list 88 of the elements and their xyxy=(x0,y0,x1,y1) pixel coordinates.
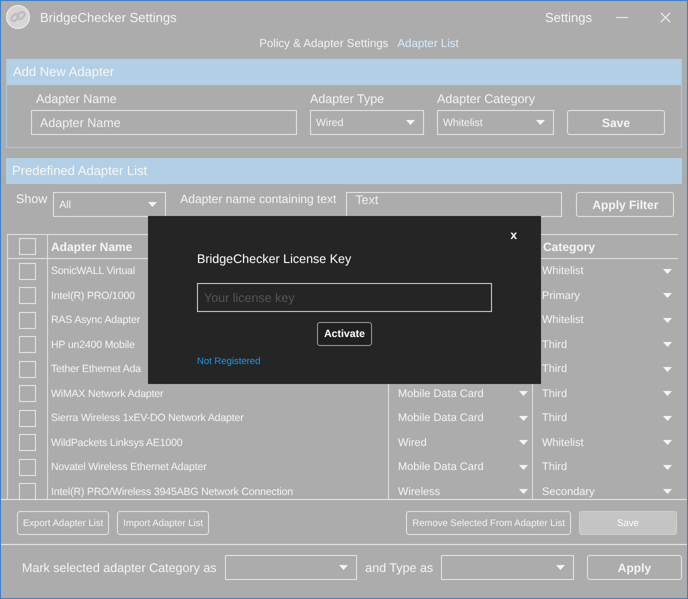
checkbox[interactable] xyxy=(19,483,36,499)
checkbox[interactable] xyxy=(19,434,36,452)
field-label: Adapter Category xyxy=(437,92,536,106)
caret-icon xyxy=(519,464,528,470)
dialog-title: BridgeChecker License Key xyxy=(197,252,352,266)
dropdown[interactable]: Mobile Data Card xyxy=(393,454,532,480)
caret-icon xyxy=(536,120,545,125)
checkbox[interactable] xyxy=(19,336,36,354)
table-cell: WildPackets Linksys AE1000 xyxy=(51,436,182,449)
caret-icon xyxy=(406,120,415,125)
dropdown[interactable]: Third xyxy=(537,381,678,406)
caret-icon xyxy=(519,489,528,494)
action-button[interactable]: Export Adapter List xyxy=(17,511,110,535)
dropdown[interactable] xyxy=(224,555,358,580)
dropdown[interactable]: Third xyxy=(537,406,678,431)
dropdown[interactable]: All xyxy=(53,192,166,217)
close-icon[interactable] xyxy=(660,12,671,22)
dropdown[interactable]: Mobile Data Card xyxy=(393,406,532,431)
dropdown[interactable]: Wired xyxy=(310,110,424,135)
dropdown[interactable]: Whitelist xyxy=(537,259,678,284)
checkbox[interactable] xyxy=(19,312,36,329)
table-cell: SonicWALL Virtual xyxy=(51,265,136,278)
dropdown[interactable]: Mobile Data Card xyxy=(393,381,532,406)
section-header: Add New Adapter xyxy=(7,59,681,85)
caret-icon xyxy=(663,366,672,372)
settings-link[interactable]: Settings xyxy=(545,10,592,24)
caret-icon xyxy=(663,440,672,446)
dropdown[interactable]: Third xyxy=(537,356,678,382)
action-button[interactable]: Remove Selected From Adapter List xyxy=(406,511,571,535)
field-label: and Type as xyxy=(365,560,434,574)
checkbox[interactable] xyxy=(19,238,36,255)
checkbox[interactable] xyxy=(19,410,36,427)
tab[interactable]: Policy & Adapter Settings xyxy=(259,38,388,50)
checkbox[interactable] xyxy=(19,360,36,378)
field-label: Show xyxy=(16,192,48,206)
dropdown[interactable]: Whitelist xyxy=(537,430,678,456)
apply-filter-button[interactable]: Apply Filter xyxy=(576,192,674,217)
dropdown[interactable]: Secondary xyxy=(537,479,678,499)
table-cell: Intel(R) PRO/1000 xyxy=(51,290,135,302)
table-cell: Sierra Wireless 1xEV-DO Network Adapter xyxy=(51,412,244,424)
caret-icon xyxy=(148,202,158,207)
save-button[interactable]: Save xyxy=(567,110,665,135)
table-cell: Novatel Wireless Ethernet Adapter xyxy=(51,461,207,474)
status-text: Not Registered xyxy=(197,356,262,367)
caret-icon xyxy=(339,565,348,570)
caret-icon xyxy=(519,416,528,421)
column-header: Adapter Name xyxy=(50,238,134,256)
action-button[interactable]: Import Adapter List xyxy=(117,511,210,535)
window-title: BridgeChecker Settings xyxy=(40,10,177,24)
checkbox[interactable] xyxy=(19,458,36,476)
dropdown[interactable]: Wired xyxy=(393,430,532,456)
caret-icon xyxy=(663,489,672,494)
input-field[interactable]: Adapter Name xyxy=(31,110,297,135)
checkbox[interactable] xyxy=(19,262,36,280)
table-cell: WiMAX Network Adapter xyxy=(51,388,164,400)
dropdown[interactable] xyxy=(441,555,574,580)
caret-icon xyxy=(663,318,672,323)
caret-icon xyxy=(663,416,672,421)
apply-button[interactable]: Apply xyxy=(586,555,682,580)
caret-icon xyxy=(663,342,672,348)
field-label: Adapter Name xyxy=(35,92,118,106)
dropdown[interactable]: Whitelist xyxy=(437,110,554,135)
checkbox[interactable] xyxy=(19,385,36,402)
caret-icon xyxy=(519,440,528,446)
section-header: Predefined Adapter List xyxy=(6,158,682,184)
caret-icon xyxy=(663,464,672,470)
dropdown[interactable]: Wireless xyxy=(393,479,532,499)
caret-icon xyxy=(556,565,565,570)
table-cell: Tether Ethernet Ada xyxy=(51,363,141,376)
dropdown[interactable]: Primary xyxy=(537,283,678,308)
activate-button[interactable]: Activate xyxy=(317,322,372,346)
tab[interactable]: Adapter List xyxy=(397,38,459,50)
dropdown[interactable]: Whitelist xyxy=(537,308,678,333)
dropdown[interactable]: Third xyxy=(537,332,678,358)
caret-icon xyxy=(663,293,672,298)
table-cell: HP un2400 Mobile xyxy=(51,338,135,351)
chain-link-icon xyxy=(6,5,30,29)
dropdown[interactable]: Third xyxy=(537,454,678,480)
table-cell: RAS Async Adapter xyxy=(51,314,140,326)
field-label: Mark selected adapter Category as xyxy=(22,560,217,574)
caret-icon xyxy=(663,268,672,274)
checkbox[interactable] xyxy=(19,287,36,304)
close-button[interactable]: x xyxy=(510,228,517,242)
caret-icon xyxy=(663,391,672,396)
table-cell: Intel(R) PRO/Wireless 3945ABG Network Connection xyxy=(51,486,293,498)
field-label: Adapter Type xyxy=(310,92,386,106)
caret-icon xyxy=(519,391,528,396)
field-label: Adapter name containing text xyxy=(180,192,336,206)
